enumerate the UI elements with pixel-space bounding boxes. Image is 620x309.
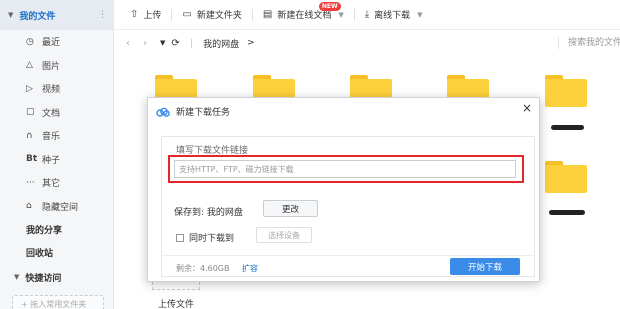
sidebar-item-hidden-space[interactable]: ⌂ 隐藏空间: [0, 195, 113, 219]
select-device-button[interactable]: 选择设备: [256, 227, 312, 243]
sidebar-item-label: 隐藏空间: [42, 202, 79, 213]
upload-button[interactable]: ⇧ 上传: [130, 0, 161, 30]
sync-download-label: 同时下载到: [189, 234, 235, 244]
refresh-icon[interactable]: ⟳: [171, 38, 179, 49]
sidebar-item-torrents[interactable]: Bt 种子: [0, 148, 113, 172]
download-icon: ⤓: [364, 9, 370, 20]
sidebar-item-label: 图片: [42, 61, 61, 72]
search-input[interactable]: 搜索我的文件: [568, 30, 620, 56]
toolbar: ⇧ 上传 ▭ 新建文件夹 ▤ 新建在线文档 NEW ▼ ⤓ 离线下载 ▼: [114, 0, 620, 30]
sidebar-item-other[interactable]: ··· 其它: [0, 171, 113, 195]
caret-down-icon: ▼: [14, 273, 20, 281]
sidebar-item-label: 我的文件: [19, 11, 56, 22]
sidebar-item-label: 我的分享: [26, 226, 63, 236]
sidebar-item-label: 音乐: [42, 132, 61, 143]
quick-access-drop-zone[interactable]: + 拖入常用文件夹: [12, 295, 104, 309]
sidebar-item-label: 快捷访问: [25, 273, 62, 284]
divider: [162, 255, 534, 256]
sidebar-item-label: 种子: [42, 155, 61, 166]
forward-icon[interactable]: ›: [143, 38, 147, 49]
doc-icon: ▤: [262, 9, 273, 20]
music-icon: ∩: [26, 130, 33, 141]
breadcrumb-arrow: >: [247, 38, 255, 48]
video-icon: ▷: [26, 83, 33, 94]
sync-download-option[interactable]: 同时下载到: [176, 231, 234, 244]
new-folder-label: 新建文件夹: [196, 11, 242, 21]
folder-icon[interactable]: [545, 161, 587, 193]
breadcrumb-divider: |: [189, 37, 194, 49]
sidebar-item-music[interactable]: ∩ 音乐: [0, 124, 113, 148]
close-icon[interactable]: ×: [522, 101, 532, 115]
sidebar-item-label: 其它: [42, 179, 61, 190]
sidebar-item-images[interactable]: △ 图片: [0, 54, 113, 78]
document-icon: ▢: [26, 107, 35, 118]
back-icon[interactable]: ‹: [126, 38, 130, 49]
search-divider: [558, 37, 559, 49]
sidebar-item-my-share[interactable]: 我的分享: [0, 218, 113, 241]
toolbar-divider: [353, 8, 355, 21]
dialog-title: 新建下载任务: [176, 108, 231, 118]
remaining-storage: 剩余：4.60GB: [176, 264, 230, 273]
cloud-icon: [156, 107, 170, 117]
save-to-label: 保存到: 我的网盘: [174, 208, 243, 218]
folder-plus-icon: ▭: [182, 9, 192, 20]
sidebar-item-recycle-bin[interactable]: 回收站: [0, 241, 113, 264]
upload-tile-label: 上传文件: [158, 300, 195, 309]
lock-icon: ⌂: [26, 201, 32, 212]
new-online-doc-button[interactable]: ▤ 新建在线文档 NEW ▼: [263, 0, 344, 30]
sidebar: ▼ 我的文件 ⋮ ◷ 最近 △ 图片 ▷ 视频 ▢ 文档 ∩ 音乐 Bt 种子 …: [0, 0, 114, 309]
dialog-content: 填写下载文件链接 保存到: 我的网盘 更改 同时下载到 选择设备 剩余：4.60…: [161, 136, 535, 277]
new-folder-button[interactable]: ▭ 新建文件夹: [182, 0, 241, 30]
upload-icon: ⇧: [130, 9, 139, 20]
breadcrumb-root[interactable]: 我的网盘: [203, 37, 239, 50]
sidebar-item-quick-access[interactable]: ▼ 快捷访问: [0, 264, 113, 290]
nav-bar: ‹ › ▼ ⟳ | 我的网盘 > 搜索我的文件: [114, 30, 620, 56]
sidebar-item-label: 最近: [42, 38, 61, 49]
image-icon: △: [26, 60, 33, 71]
clock-icon: ◷: [26, 36, 34, 47]
sidebar-item-documents[interactable]: ▢ 文档: [0, 101, 113, 125]
history-dropdown-icon[interactable]: ▼: [160, 39, 165, 47]
dialog-title-bar: 新建下载任务: [156, 105, 230, 118]
sidebar-item-label: 视频: [42, 85, 61, 96]
sidebar-item-my-files[interactable]: ▼ 我的文件 ⋮: [0, 0, 113, 30]
sidebar-item-label: 文档: [42, 108, 61, 119]
chevron-down-icon[interactable]: ▼: [338, 11, 343, 19]
sidebar-item-label: 回收站: [26, 249, 54, 259]
caret-down-icon: ▼: [8, 11, 14, 19]
offline-download-label: 离线下载: [374, 11, 411, 21]
more-dots-icon: ···: [26, 177, 35, 188]
sidebar-item-recent[interactable]: ◷ 最近: [0, 30, 113, 54]
download-link-input[interactable]: [174, 160, 516, 178]
sidebar-item-videos[interactable]: ▷ 视频: [0, 77, 113, 101]
change-location-button[interactable]: 更改: [263, 200, 318, 217]
new-badge: NEW: [318, 1, 341, 11]
toolbar-divider: [251, 8, 253, 21]
chevron-down-icon[interactable]: ▼: [417, 11, 422, 19]
start-download-button[interactable]: 开始下载: [450, 258, 520, 275]
highlight-box: [168, 155, 524, 183]
toolbar-divider: [171, 8, 173, 21]
bt-icon: Bt: [26, 154, 38, 165]
sync-download-checkbox[interactable]: [176, 233, 184, 242]
expand-storage-link[interactable]: 扩容: [242, 263, 258, 274]
offline-download-button[interactable]: ⤓ 离线下载 ▼: [365, 0, 423, 30]
upload-label: 上传: [143, 11, 162, 21]
redacted-file-name: [549, 210, 585, 215]
folder-icon[interactable]: [545, 75, 587, 107]
redacted-file-name: [551, 125, 584, 130]
new-download-task-dialog: 新建下载任务 × 填写下载文件链接 保存到: 我的网盘 更改 同时下载到 选择设…: [147, 97, 540, 282]
more-vertical-icon[interactable]: ⋮: [98, 10, 107, 20]
